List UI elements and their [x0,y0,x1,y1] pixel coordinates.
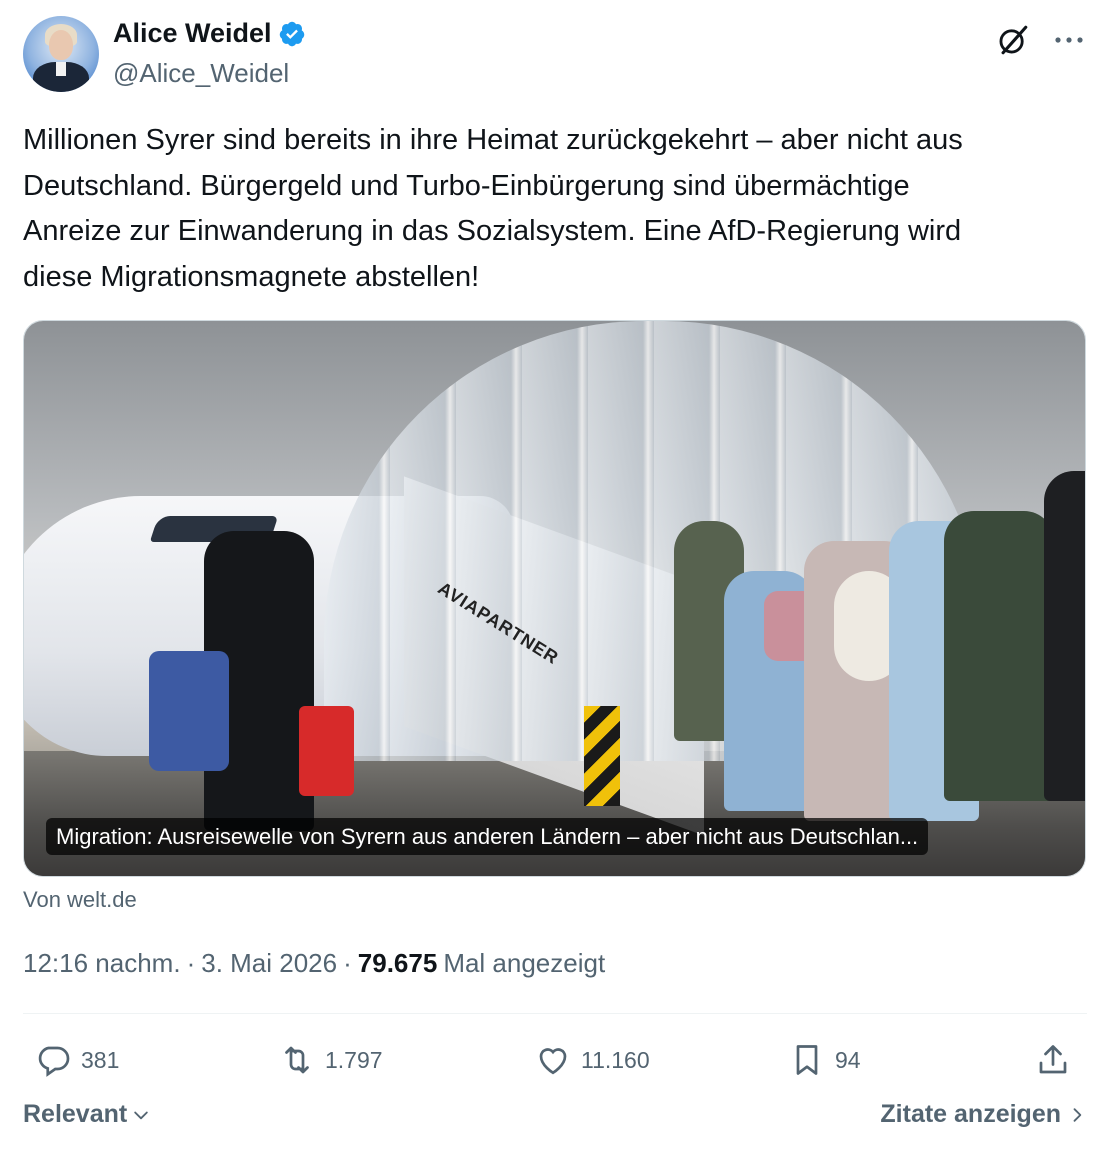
photo-person [944,511,1054,801]
chevron-right-icon [1073,1107,1082,1122]
tweet-date[interactable]: 3. Mai 2026 [201,948,337,979]
bookmark-icon [796,1045,818,1075]
divider [23,1013,1087,1014]
grok-icon[interactable] [995,22,1031,58]
views-label: Mal angezeigt [443,948,606,978]
avatar-face [49,30,73,60]
grok-icon-svg [999,25,1028,55]
more-icon[interactable] [1051,22,1087,58]
avatar[interactable] [23,16,99,92]
bookmark-button[interactable]: 94 [789,1035,861,1085]
photo-person [1044,471,1085,801]
photo-bag [299,706,354,796]
tweet-header: Alice Weidel @Alice_Weidel [23,16,1087,96]
action-bar: 381 1.797 11.160 94 [23,1035,1087,1085]
like-button[interactable]: 11.160 [535,1035,650,1085]
like-count: 11.160 [581,1046,650,1073]
chevron-down-icon [134,1111,148,1119]
sort-dropdown[interactable]: Relevant [23,1100,151,1129]
share-button[interactable] [1035,1035,1071,1085]
verified-badge-icon [279,21,304,46]
view-quotes-link[interactable]: Zitate anzeigen [880,1100,1087,1129]
heart-icon [539,1048,567,1075]
retweet-count: 1.797 [325,1046,383,1073]
tweet-time[interactable]: 12:16 nachm. [23,948,181,979]
photo-bag [149,651,229,771]
tweet-text: Millionen Syrer sind bereits in ihre Hei… [23,124,963,293]
views-count: 79.675 [357,948,438,978]
tweet-meta: 12:16 nachm. · 3. Mai 2026 · 79.675 Mal … [23,948,605,979]
link-card-caption[interactable]: Migration: Ausreisewelle von Syrern aus … [46,818,929,855]
retweet-button[interactable]: 1.797 [279,1035,383,1085]
reply-button[interactable]: 381 [35,1035,119,1085]
link-card-image[interactable]: AVIAPARTNER Migration: Ausreisewelle von… [23,320,1086,877]
link-source[interactable]: Von welt.de [23,887,137,913]
meta-separator: · [186,948,196,978]
top-actions [995,22,1087,58]
name-row: Alice Weidel [113,18,306,49]
display-name[interactable]: Alice Weidel [113,18,272,49]
reply-count: 381 [81,1046,120,1073]
sort-label: Relevant [23,1100,128,1128]
more-dots-svg [1055,37,1083,43]
avatar-collar [56,62,66,76]
share-icon [1039,1045,1067,1074]
reply-icon [38,1046,70,1077]
tweet-footer: Relevant Zitate anzeigen [23,1100,1087,1136]
handle[interactable]: @Alice_Weidel [113,58,289,89]
photo-yellow-post [584,706,620,806]
meta-separator: · [343,948,352,978]
retweet-icon [285,1046,309,1074]
quotes-label: Zitate anzeigen [880,1100,1061,1128]
bookmark-count: 94 [835,1046,861,1073]
